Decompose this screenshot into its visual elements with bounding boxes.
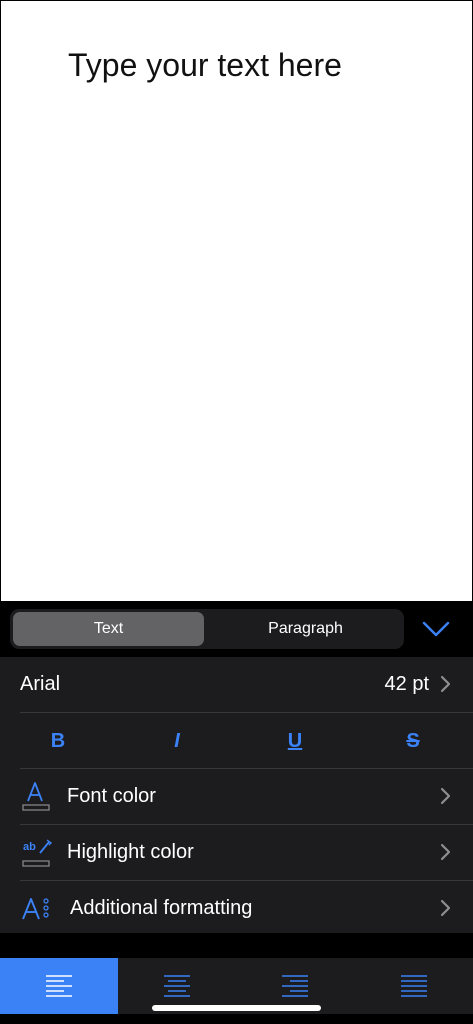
align-justify-button[interactable]	[355, 958, 473, 1014]
align-left-button[interactable]	[0, 958, 118, 1014]
collapse-button[interactable]	[418, 614, 454, 644]
chevron-right-icon	[440, 787, 451, 805]
tab-paragraph[interactable]: Paragraph	[210, 612, 401, 646]
tab-text[interactable]: Text	[13, 612, 204, 646]
italic-button[interactable]: I	[157, 727, 197, 755]
additional-formatting-label: Additional formatting	[70, 897, 253, 919]
font-size: 42 pt	[384, 673, 429, 695]
chevron-right-icon	[440, 899, 451, 917]
strikethrough-button[interactable]: S	[393, 727, 433, 755]
chevron-down-icon	[422, 621, 450, 637]
document-canvas[interactable]: Type your text here	[1, 1, 472, 601]
bold-button[interactable]: B	[38, 727, 78, 755]
chevron-right-icon	[440, 843, 451, 861]
align-justify-icon	[401, 975, 427, 997]
format-options-list: Arial 42 pt B I U S Font color ab Highli…	[0, 657, 473, 933]
underline-button[interactable]: U	[275, 727, 315, 755]
font-color-row[interactable]: Font color	[0, 769, 473, 824]
align-left-icon	[46, 975, 72, 997]
highlight-color-label: Highlight color	[67, 841, 194, 863]
text-style-row: B I U S	[0, 713, 473, 768]
align-right-icon	[282, 975, 308, 997]
font-row[interactable]: Arial 42 pt	[0, 657, 473, 712]
font-name: Arial	[20, 673, 61, 695]
svg-text:ab: ab	[23, 841, 36, 853]
additional-formatting-row[interactable]: Additional formatting	[0, 881, 473, 936]
segmented-control: Text Paragraph	[10, 609, 404, 649]
home-indicator[interactable]	[152, 1005, 321, 1011]
highlight-color-icon: ab	[22, 839, 53, 867]
font-color-label: Font color	[67, 785, 156, 807]
highlight-color-row[interactable]: ab Highlight color	[0, 825, 473, 880]
additional-formatting-icon	[22, 898, 49, 920]
chevron-right-icon	[440, 675, 451, 693]
font-color-icon	[22, 782, 50, 811]
formatting-panel: Text Paragraph Arial 42 pt B I U S Font …	[0, 602, 473, 1024]
align-center-icon	[164, 975, 190, 997]
document-text[interactable]: Type your text here	[68, 47, 342, 84]
